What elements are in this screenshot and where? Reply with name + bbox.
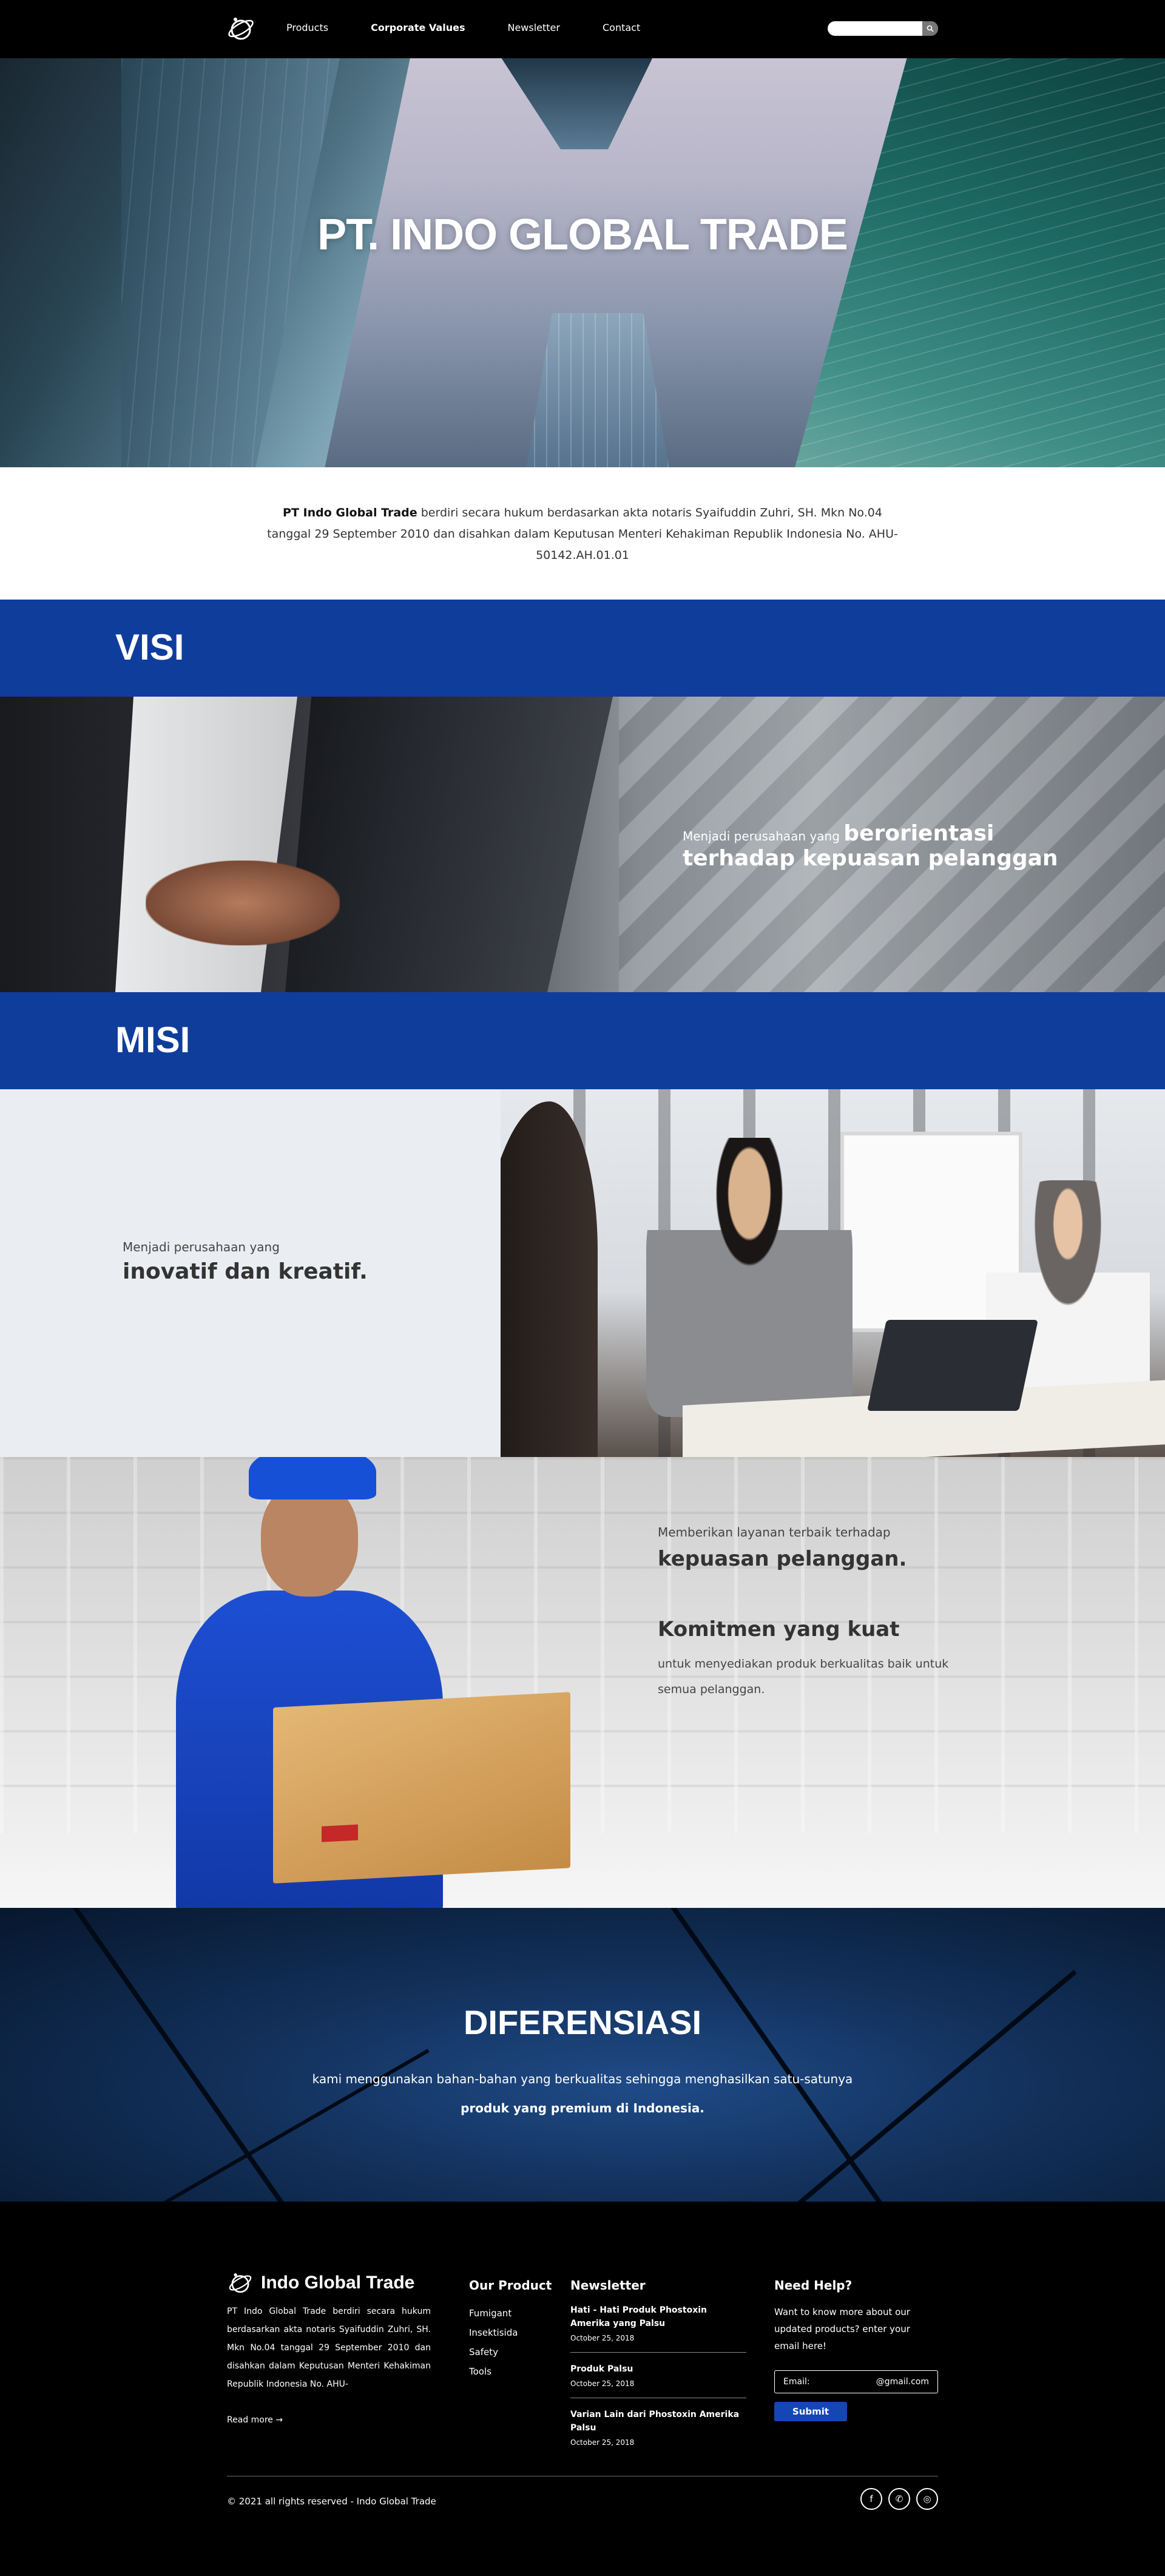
glass-roof-image [61,1908,344,2202]
email-label: Email: [783,2377,810,2387]
diferensiasi-line-2: produk yang premium di Indonesia. [461,2101,704,2115]
intro-text: PT Indo Global Trade berdiri secara huku… [267,502,898,566]
footer-product-link[interactable]: Fumigant [469,2304,518,2323]
hero-building-image [784,58,1165,467]
meeting-image [501,1089,1165,1457]
footer-help-heading: Need Help? [774,2278,853,2293]
service-bold: kepuasan pelanggan. [658,1547,907,1571]
facebook-icon[interactable]: f [860,2488,882,2510]
visi-statement: Menjadi perusahaan yang berorientasi ter… [683,821,1058,871]
hero-building-image [498,58,655,149]
search-icon [927,25,934,32]
globe-logo-icon [229,2273,252,2293]
footer-about: PT Indo Global Trade berdiri secara huku… [227,2307,431,2389]
news-date: October 25, 2018 [570,2334,635,2342]
laptop-image [867,1320,1038,1411]
handshake-image [146,860,340,945]
footer-brand[interactable]: Indo Global Trade [227,2270,414,2296]
globe-logo-icon[interactable] [226,13,256,44]
diferensiasi-heading: DIFERENSIASI [463,2003,702,2041]
footer-product-link[interactable]: Tools [469,2362,518,2381]
news-title[interactable]: Hati - Hati Produk Phostoxin Amerika yan… [570,2304,746,2330]
hero-building-image [522,313,674,467]
news-date: October 25, 2018 [570,2379,635,2388]
glass-roof-image [668,1908,951,2202]
news-item[interactable]: Hati - Hati Produk Phostoxin Amerika yan… [570,2304,746,2353]
footer-products-heading: Our Product [469,2278,552,2293]
cardboard-box-image [273,1692,570,1884]
commitment-text: untuk menyediakan produk berkualitas bai… [658,1657,949,1696]
warehouse-image [0,1457,1165,1833]
footer-brand-name: Indo Global Trade [261,2273,415,2293]
news-title[interactable]: Produk Palsu [570,2362,746,2376]
footer-product-link[interactable]: Safety [469,2342,518,2362]
read-more-link[interactable]: Read more → [227,2415,283,2425]
hero-banner: PT. INDO GLOBAL TRADE [0,58,1165,467]
instagram-icon[interactable]: ◎ [916,2488,938,2510]
footer: Indo Global Trade PT Indo Global Trade b… [0,2202,1165,2576]
news-item[interactable]: Varian Lain dari Phostoxin Amerika Palsu… [570,2408,746,2456]
meeting-image [501,1101,598,1457]
commitment-heading: Komitmen yang kuat [658,1617,900,1641]
diferensiasi-line-1: kami menggunakan bahan-bahan yang berkua… [312,2072,853,2086]
footer-newsletter-heading: Newsletter [570,2278,646,2293]
footer-product-link[interactable]: Insektisida [469,2323,518,2342]
cardboard-box-image [322,1824,358,1842]
nav-item-corporate-values[interactable]: Corporate Values [371,22,465,33]
warehouse-section: Memberikan layanan terbaik terhadap kepu… [0,1457,1165,1908]
news-date: October 25, 2018 [570,2438,635,2447]
copyright: © 2021 all rights reserved - Indo Global… [227,2496,436,2507]
intro-company-name: PT Indo Global Trade [283,506,417,519]
email-suffix: @gmail.com [876,2377,929,2387]
visi-image: Menjadi perusahaan yang berorientasi ter… [0,697,1165,992]
nav-item-contact[interactable]: Contact [603,22,640,33]
intro-section: PT Indo Global Trade berdiri secara huku… [0,467,1165,600]
misi-bold: inovatif dan kreatif. [123,1259,368,1284]
search-button[interactable] [922,21,938,36]
misi-heading: MISI [115,1019,191,1060]
whatsapp-icon[interactable]: ✆ [888,2488,910,2510]
visi-lead: Menjadi perusahaan yang [683,829,844,843]
footer-products-list: Fumigant Insektisida Safety Tools [469,2304,518,2381]
footer-newsletter-list: Hati - Hati Produk Phostoxin Amerika yan… [570,2304,746,2466]
misi-band: MISI [0,992,1165,1089]
email-field[interactable]: Email: @gmail.com [774,2370,938,2393]
misi-lead: Menjadi perusahaan yang [123,1240,280,1254]
footer-help-text: Want to know more about our updated prod… [774,2307,910,2351]
misi-panel: Menjadi perusahaan yang inovatif dan kre… [0,1089,501,1457]
visi-heading: VISI [115,627,184,668]
handshake-image [115,697,297,992]
news-title[interactable]: Varian Lain dari Phostoxin Amerika Palsu [570,2408,746,2435]
nav-item-newsletter[interactable]: Newsletter [507,22,560,33]
diferensiasi-text: kami menggunakan bahan-bahan yang berkua… [0,2064,1165,2123]
nav-item-products[interactable]: Products [286,22,328,33]
service-lead: Memberikan layanan terbaik terhadap [658,1525,891,1540]
meeting-image [646,1138,853,1417]
top-nav: Products Corporate Values Newsletter Con… [0,0,1165,58]
social-links: f ✆ ◎ [860,2488,938,2510]
nav-links: Products Corporate Values Newsletter Con… [286,22,683,33]
worker-image [249,1457,376,1499]
visi-bold-1: berorientasi [843,821,994,846]
hero-title: PT. INDO GLOBAL TRADE [317,211,848,259]
visi-bold-2: terhadap kepuasan pelanggan [683,846,1058,871]
submit-button[interactable]: Submit [774,2402,847,2421]
handshake-image [285,697,613,992]
search-input[interactable] [828,21,938,36]
visi-band: VISI [0,600,1165,697]
diferensiasi-section: DIFERENSIASI kami menggunakan bahan-baha… [0,1908,1165,2202]
news-item[interactable]: Produk Palsu October 25, 2018 [570,2362,746,2398]
